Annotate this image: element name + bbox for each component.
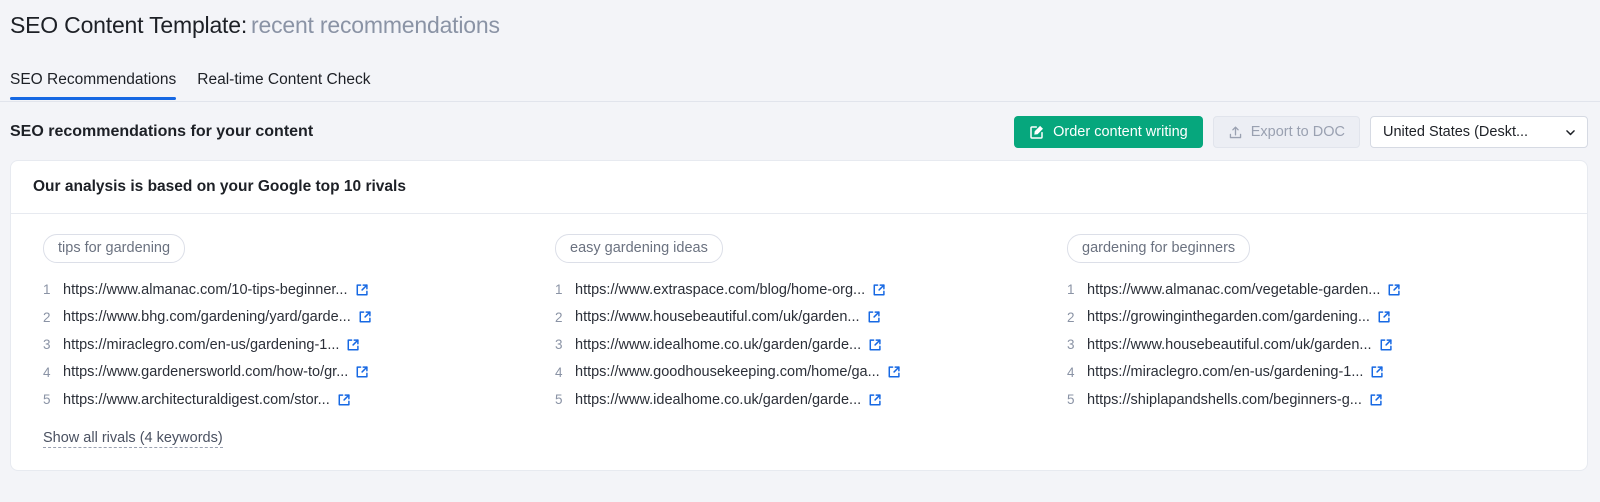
external-link-icon[interactable] — [1379, 338, 1393, 352]
tab-real-time-content-check[interactable]: Real-time Content Check — [197, 70, 370, 99]
rivals-card: Our analysis is based on your Google top… — [10, 160, 1588, 471]
show-all-rivals-link[interactable]: Show all rivals (4 keywords) — [43, 430, 223, 448]
tab-label: Real-time Content Check — [197, 71, 371, 88]
keyword-pill[interactable]: gardening for beginners — [1067, 234, 1251, 263]
rival-url[interactable]: https://miraclegro.com/en-us/gardening-1… — [1087, 364, 1363, 380]
database-select[interactable]: United States (Deskt... — [1370, 116, 1588, 148]
rival-url[interactable]: https://shiplapandshells.com/beginners-g… — [1087, 392, 1362, 408]
rival-row: 3 https://www.idealhome.co.uk/garden/gard… — [555, 331, 1057, 359]
rivals-card-heading: Our analysis is based on your Google top… — [11, 161, 1587, 214]
rival-rank: 3 — [1067, 337, 1075, 353]
rival-url[interactable]: https://www.housebeautiful.com/uk/garden… — [1087, 337, 1372, 353]
keyword-column: tips for gardening 1 https://www.almanac.c… — [33, 234, 545, 408]
keyword-column: gardening for beginners 1 https://www.alma… — [1057, 234, 1565, 408]
rival-url[interactable]: https://www.almanac.com/10-tips-beginner… — [63, 282, 348, 298]
export-to-doc-label: Export to DOC — [1250, 124, 1345, 140]
keyword-pill[interactable]: tips for gardening — [43, 234, 186, 263]
external-link-icon[interactable] — [887, 365, 901, 379]
external-link-icon[interactable] — [1370, 365, 1384, 379]
rival-row: 1 https://www.almanac.com/10-tips-beginne… — [43, 276, 545, 304]
rival-row: 5 https://shiplapandshells.com/beginners-… — [1067, 386, 1565, 408]
rival-row: 2 https://www.bhg.com/gardening/yard/gard… — [43, 304, 545, 332]
rival-rank: 2 — [43, 309, 51, 325]
keyword-column: easy gardening ideas 1 https://www.extrasp… — [545, 234, 1057, 408]
rival-rank: 1 — [555, 282, 563, 298]
rival-list: 1 https://www.almanac.com/10-tips-beginne… — [43, 276, 545, 408]
rival-row: 3 https://www.housebeautiful.com/uk/garde… — [1067, 331, 1565, 359]
tab-seo-recommendations[interactable]: SEO Recommendations — [10, 70, 177, 100]
page-title-prefix: SEO Content Template: — [10, 12, 248, 38]
rival-row: 3 https://miraclegro.com/en-us/gardening-… — [43, 331, 545, 359]
external-link-icon[interactable] — [872, 283, 886, 297]
rival-row: 1 https://www.almanac.com/vegetable-garde… — [1067, 276, 1565, 304]
keyword-pill[interactable]: easy gardening ideas — [555, 234, 723, 263]
rival-url[interactable]: https://www.architecturaldigest.com/stor… — [63, 392, 330, 408]
order-content-writing-label: Order content writing — [1053, 124, 1188, 140]
external-link-icon[interactable] — [1387, 283, 1401, 297]
external-link-icon[interactable] — [358, 310, 372, 324]
external-link-icon[interactable] — [1369, 393, 1383, 407]
order-content-writing-button[interactable]: Order content writing — [1014, 116, 1203, 148]
rival-url[interactable]: https://www.housebeautiful.com/uk/garden… — [575, 309, 860, 325]
rival-rank: 3 — [555, 337, 563, 353]
external-link-icon[interactable] — [337, 393, 351, 407]
rival-rank: 5 — [555, 392, 563, 408]
rival-row: 5 https://www.idealhome.co.uk/garden/gard… — [555, 386, 1057, 408]
rival-url[interactable]: https://www.bhg.com/gardening/yard/garde… — [63, 309, 351, 325]
page-title: SEO Content Template: recent recommendati… — [0, 0, 1600, 42]
toolbar: SEO recommendations for your content Ord… — [0, 116, 1600, 148]
rival-list: 1 https://www.almanac.com/vegetable-garde… — [1067, 276, 1565, 408]
rival-url[interactable]: https://www.extraspace.com/blog/home-org… — [575, 282, 865, 298]
rival-rank: 4 — [1067, 364, 1075, 380]
rival-rank: 5 — [1067, 392, 1075, 408]
chevron-down-icon — [1564, 126, 1577, 139]
rival-rank: 2 — [555, 309, 563, 325]
external-link-icon[interactable] — [355, 365, 369, 379]
rival-row: 4 https://www.goodhousekeeping.com/home/g… — [555, 359, 1057, 387]
rival-url[interactable]: https://www.idealhome.co.uk/garden/garde… — [575, 392, 861, 408]
rival-row: 2 https://www.housebeautiful.com/uk/garde… — [555, 304, 1057, 332]
rival-rank: 1 — [1067, 282, 1075, 298]
rival-url[interactable]: https://www.almanac.com/vegetable-garden… — [1087, 282, 1380, 298]
rival-rank: 3 — [43, 337, 51, 353]
database-select-value: United States (Deskt... — [1383, 124, 1529, 140]
external-link-icon[interactable] — [1377, 310, 1391, 324]
section-title: SEO recommendations for your content — [10, 123, 314, 140]
external-link-icon[interactable] — [867, 310, 881, 324]
rival-rank: 2 — [1067, 309, 1075, 325]
rival-row: 5 https://www.architecturaldigest.com/sto… — [43, 386, 545, 408]
export-to-doc-button[interactable]: Export to DOC — [1212, 116, 1360, 148]
rival-row: 1 https://www.extraspace.com/blog/home-or… — [555, 276, 1057, 304]
upload-icon — [1228, 125, 1243, 140]
external-link-icon[interactable] — [868, 338, 882, 352]
external-link-icon[interactable] — [355, 283, 369, 297]
rival-url[interactable]: https://miraclegro.com/en-us/gardening-1… — [63, 337, 339, 353]
rival-url[interactable]: https://growinginthegarden.com/gardening… — [1087, 309, 1370, 325]
rival-url[interactable]: https://www.idealhome.co.uk/garden/garde… — [575, 337, 861, 353]
page-title-subject: recent recommendations — [251, 12, 500, 38]
rival-rank: 4 — [43, 364, 51, 380]
rival-row: 4 https://www.gardenersworld.com/how-to/g… — [43, 359, 545, 387]
rival-url[interactable]: https://www.goodhousekeeping.com/home/ga… — [575, 364, 880, 380]
rival-row: 2 https://growinginthegarden.com/gardenin… — [1067, 304, 1565, 332]
rival-url[interactable]: https://www.gardenersworld.com/how-to/gr… — [63, 364, 348, 380]
rival-rank: 1 — [43, 282, 51, 298]
toolbar-actions: Order content writing Export to DOC Unit… — [1014, 116, 1588, 148]
rivals-card-body: tips for gardening 1 https://www.almanac.c… — [11, 214, 1587, 470]
rival-list: 1 https://www.extraspace.com/blog/home-or… — [555, 276, 1057, 408]
rival-row: 4 https://miraclegro.com/en-us/gardening-… — [1067, 359, 1565, 387]
rival-rank: 5 — [43, 392, 51, 408]
external-link-icon[interactable] — [868, 393, 882, 407]
compose-icon — [1029, 124, 1045, 140]
external-link-icon[interactable] — [346, 338, 360, 352]
tab-label: SEO Recommendations — [10, 71, 177, 88]
keyword-columns: tips for gardening 1 https://www.almanac.c… — [33, 214, 1565, 408]
rival-rank: 4 — [555, 364, 563, 380]
tab-bar: SEO Recommendations Real-time Content Ch… — [0, 70, 1600, 102]
